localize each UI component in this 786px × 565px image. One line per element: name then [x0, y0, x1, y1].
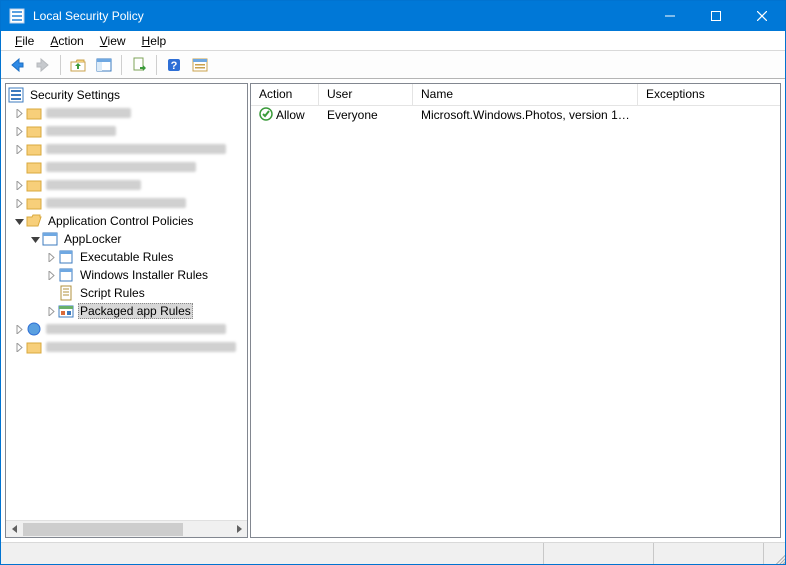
chevron-right-icon[interactable] — [12, 124, 26, 138]
help-button[interactable]: ? — [162, 54, 186, 76]
menu-view[interactable]: View — [92, 32, 134, 50]
folder-icon — [26, 195, 42, 211]
horizontal-scrollbar[interactable] — [6, 520, 247, 537]
tree-blurred-item[interactable] — [8, 320, 247, 338]
list-pane: Action User Name Exceptions Allow Everyo… — [250, 83, 781, 538]
svg-text:?: ? — [171, 60, 178, 72]
cell-user: Everyone — [319, 108, 413, 122]
rules-icon — [58, 267, 74, 283]
tree-wi-rules[interactable]: Windows Installer Rules — [8, 266, 247, 284]
minimize-button[interactable] — [647, 1, 693, 31]
script-icon — [58, 285, 74, 301]
cell-name: Microsoft.Windows.Photos, version 16.... — [413, 108, 638, 122]
tree-pane: Security Settings Application Control Po… — [5, 83, 248, 538]
properties-button[interactable] — [188, 54, 212, 76]
show-hide-tree-button[interactable] — [92, 54, 116, 76]
folder-icon — [26, 339, 42, 355]
col-action[interactable]: Action — [251, 84, 319, 105]
chevron-right-icon[interactable] — [44, 304, 58, 318]
maximize-button[interactable] — [693, 1, 739, 31]
status-cell — [653, 543, 763, 564]
tree-applocker[interactable]: AppLocker — [8, 230, 247, 248]
tree-app-control[interactable]: Application Control Policies — [8, 212, 247, 230]
tree-packaged-app-rules-label: Packaged app Rules — [78, 303, 193, 319]
security-settings-icon — [8, 87, 24, 103]
menu-action[interactable]: Action — [42, 32, 91, 50]
list-body[interactable]: Allow Everyone Microsoft.Windows.Photos,… — [251, 106, 780, 537]
tree-exe-rules[interactable]: Executable Rules — [8, 248, 247, 266]
scroll-thumb[interactable] — [23, 523, 183, 536]
chevron-right-icon[interactable] — [12, 196, 26, 210]
status-cell — [543, 543, 653, 564]
window: Local Security Policy File Action View H… — [0, 0, 786, 565]
col-exceptions[interactable]: Exceptions — [638, 84, 780, 105]
menu-file[interactable]: File — [7, 32, 42, 50]
tree-blurred-item[interactable] — [8, 158, 247, 176]
back-button[interactable] — [5, 54, 29, 76]
tree-script-rules[interactable]: Script Rules — [8, 284, 247, 302]
statusbar — [1, 542, 785, 564]
allow-icon — [259, 107, 273, 124]
packaged-app-icon — [58, 303, 74, 319]
tree-blurred-item[interactable] — [8, 122, 247, 140]
rules-icon — [58, 249, 74, 265]
applocker-icon — [42, 231, 58, 247]
tree-script-rules-label: Script Rules — [78, 286, 147, 300]
folder-icon — [26, 105, 42, 121]
tree-blurred-item[interactable] — [8, 104, 247, 122]
menu-help[interactable]: Help — [134, 32, 175, 50]
export-button[interactable] — [127, 54, 151, 76]
resize-grip-icon[interactable] — [763, 543, 785, 564]
chevron-right-icon[interactable] — [44, 268, 58, 282]
chevron-right-icon[interactable] — [12, 142, 26, 156]
ipsec-icon — [26, 321, 42, 337]
body: Security Settings Application Control Po… — [1, 79, 785, 542]
scroll-left-icon[interactable] — [6, 521, 23, 538]
menu-help-rest: elp — [150, 34, 166, 48]
tree-app-control-label: Application Control Policies — [46, 214, 195, 228]
menubar: File Action View Help — [1, 31, 785, 51]
forward-button[interactable] — [31, 54, 55, 76]
folder-icon — [26, 177, 42, 193]
chevron-down-icon[interactable] — [12, 214, 26, 228]
app-icon — [9, 8, 25, 24]
tree-exe-rules-label: Executable Rules — [78, 250, 175, 264]
chevron-right-icon[interactable] — [12, 106, 26, 120]
folder-icon — [26, 141, 42, 157]
tree-root-label: Security Settings — [28, 88, 122, 102]
menu-view-rest: iew — [108, 34, 126, 48]
list-header: Action User Name Exceptions — [251, 84, 780, 106]
tree-packaged-app-rules[interactable]: Packaged app Rules — [8, 302, 247, 320]
tree[interactable]: Security Settings Application Control Po… — [6, 84, 247, 520]
close-button[interactable] — [739, 1, 785, 31]
menu-file-rest: ile — [22, 34, 34, 48]
chevron-down-icon[interactable] — [28, 232, 42, 246]
folder-icon — [26, 159, 42, 175]
tree-blurred-item[interactable] — [8, 338, 247, 356]
tree-blurred-item[interactable] — [8, 176, 247, 194]
scroll-right-icon[interactable] — [230, 521, 247, 538]
tree-blurred-item[interactable] — [8, 194, 247, 212]
tree-wi-rules-label: Windows Installer Rules — [78, 268, 210, 282]
window-title: Local Security Policy — [33, 9, 144, 23]
folder-icon — [26, 123, 42, 139]
chevron-right-icon[interactable] — [12, 322, 26, 336]
col-user[interactable]: User — [319, 84, 413, 105]
tree-applocker-label: AppLocker — [62, 232, 123, 246]
scroll-track[interactable] — [23, 521, 230, 538]
col-name[interactable]: Name — [413, 84, 638, 105]
chevron-right-icon[interactable] — [12, 178, 26, 192]
menu-action-rest: ction — [58, 34, 83, 48]
titlebar[interactable]: Local Security Policy — [1, 1, 785, 31]
up-button[interactable] — [66, 54, 90, 76]
tree-root[interactable]: Security Settings — [8, 86, 247, 104]
chevron-right-icon[interactable] — [44, 250, 58, 264]
tree-blurred-item[interactable] — [8, 140, 247, 158]
chevron-right-icon[interactable] — [12, 340, 26, 354]
list-row[interactable]: Allow Everyone Microsoft.Windows.Photos,… — [251, 106, 780, 124]
cell-action: Allow — [276, 108, 305, 122]
folder-open-icon — [26, 213, 42, 229]
toolbar: ? — [1, 51, 785, 79]
